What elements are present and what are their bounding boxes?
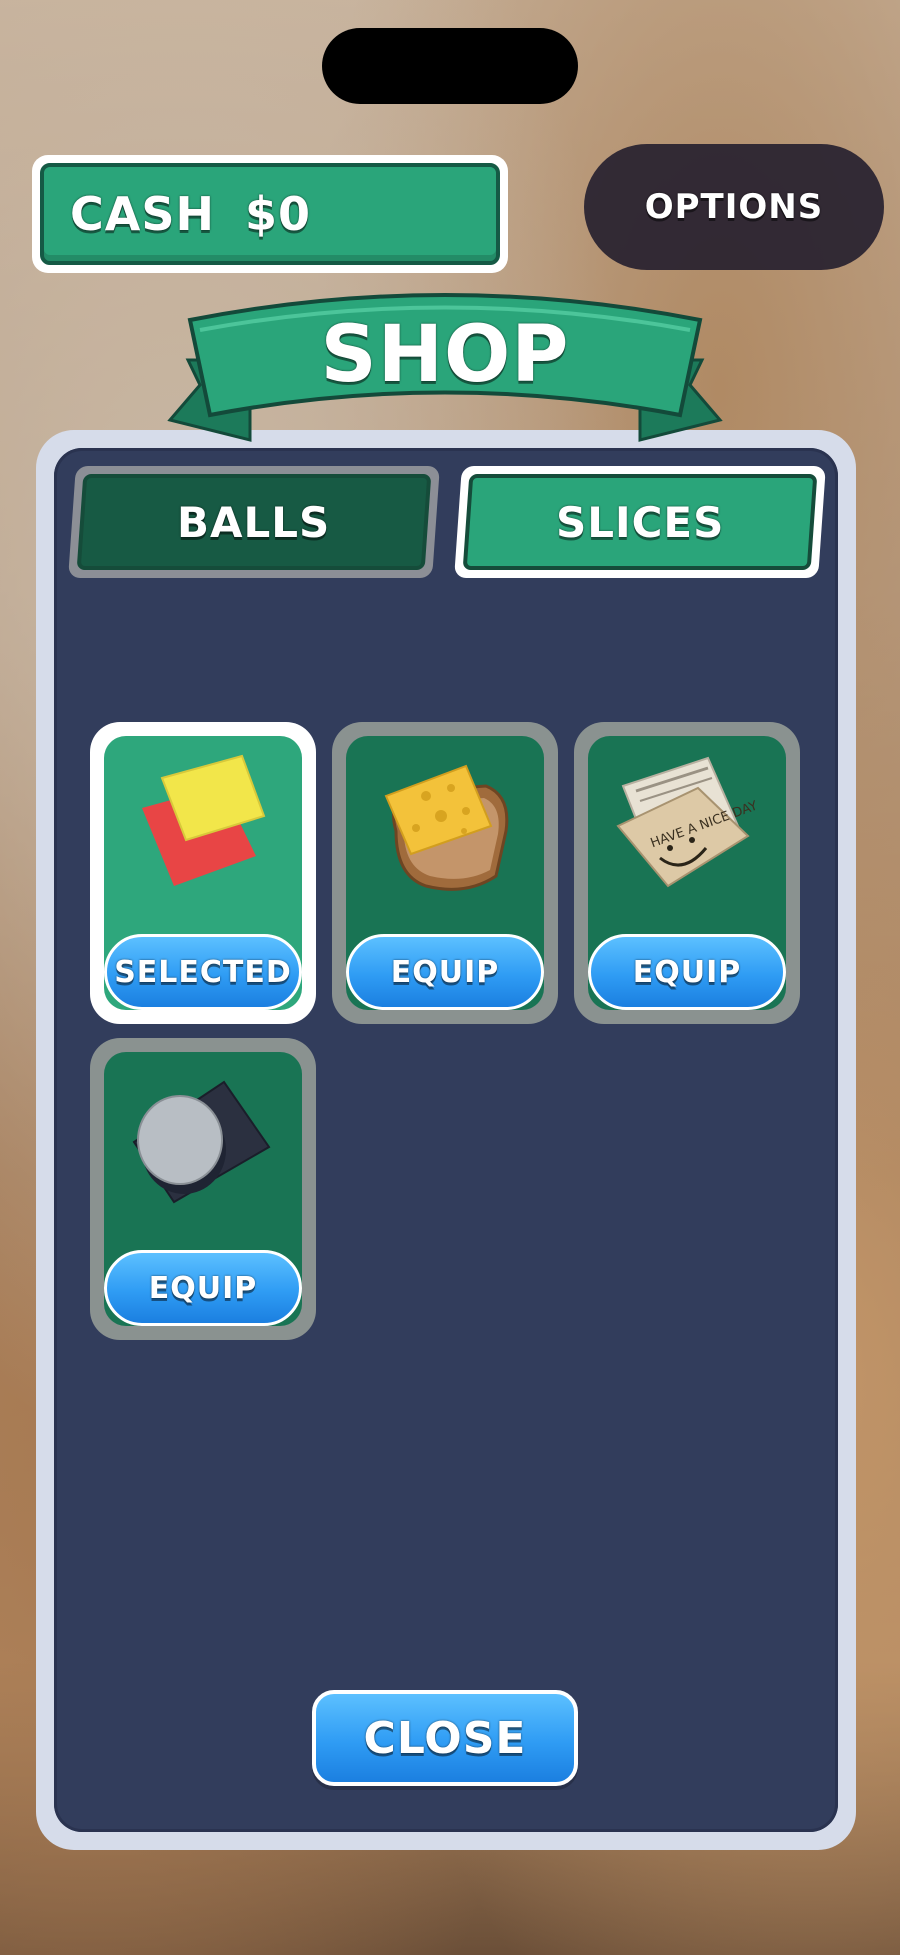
tab-slices-inner: SLICES xyxy=(462,474,818,570)
equip-button[interactable]: EQUIP xyxy=(104,1250,302,1326)
tab-balls-inner: BALLS xyxy=(76,474,432,570)
options-button[interactable]: OPTIONS xyxy=(584,144,884,270)
equip-label: EQUIP xyxy=(632,954,742,990)
shop-item-card-inner: EQUIP xyxy=(346,736,544,1010)
shop-item-card[interactable]: EQUIP xyxy=(90,1038,316,1340)
selected-button[interactable]: SELECTED xyxy=(104,934,302,1010)
cash-label: CASH xyxy=(70,187,215,241)
shop-item-card-inner: SELECTED xyxy=(104,736,302,1010)
tab-balls-label: BALLS xyxy=(177,497,331,547)
selected-label: SELECTED xyxy=(114,954,292,990)
equip-label: EQUIP xyxy=(148,1270,258,1306)
cash-value: $0 xyxy=(245,187,312,241)
cash-display: CASH $0 xyxy=(32,155,508,273)
shop-title-wrap: SHOP xyxy=(160,310,730,400)
paper-slice-icon xyxy=(104,736,302,926)
equip-button[interactable]: EQUIP xyxy=(588,934,786,1010)
shop-item-card[interactable]: HAVE A NICE DAY EQUIP xyxy=(574,722,800,1024)
shop-item-card[interactable]: EQUIP xyxy=(332,722,558,1024)
cheese-bread-slice-icon xyxy=(346,736,544,926)
cash-display-inner: CASH $0 xyxy=(40,163,500,265)
equip-button[interactable]: EQUIP xyxy=(346,934,544,1010)
equip-label: EQUIP xyxy=(390,954,500,990)
options-label: OPTIONS xyxy=(644,187,824,227)
metal-disc-slice-icon xyxy=(104,1052,302,1242)
device-notch xyxy=(322,28,578,104)
shop-item-card[interactable]: SELECTED xyxy=(90,722,316,1024)
shop-item-card-inner: HAVE A NICE DAY EQUIP xyxy=(588,736,786,1010)
tab-slices-label: SLICES xyxy=(555,497,725,547)
close-label: CLOSE xyxy=(363,1712,527,1764)
shop-title-ribbon: SHOP xyxy=(160,290,730,450)
tab-slices[interactable]: SLICES xyxy=(454,466,826,578)
close-button[interactable]: CLOSE xyxy=(312,1690,578,1786)
newspaper-slice-icon: HAVE A NICE DAY xyxy=(588,736,786,926)
shop-item-card-inner: EQUIP xyxy=(104,1052,302,1326)
shop-title: SHOP xyxy=(320,310,570,400)
tab-balls[interactable]: BALLS xyxy=(68,466,440,578)
